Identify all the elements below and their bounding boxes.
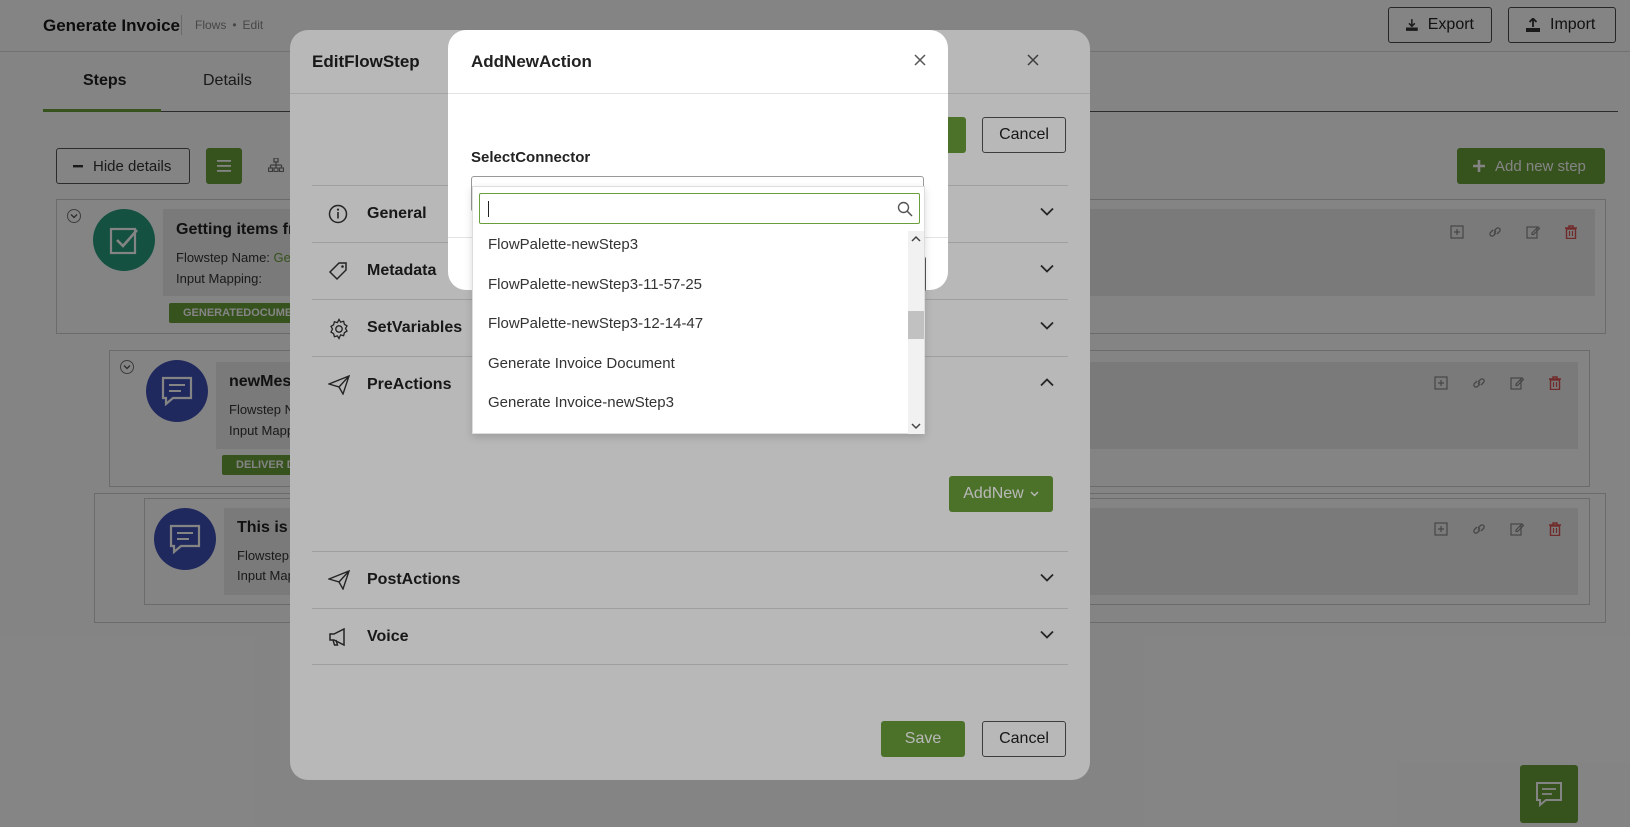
connector-option[interactable]: Generate Invoice-newStep3 (473, 383, 910, 423)
scrollbar[interactable] (908, 231, 924, 434)
connector-option[interactable]: Generate Invoice-newStep4 (473, 423, 910, 435)
connector-search-input[interactable] (479, 193, 920, 224)
scrollbar-thumb[interactable] (908, 311, 924, 339)
select-connector-label: SelectConnector (471, 149, 591, 166)
connector-option[interactable]: Generate Invoice Document (473, 344, 910, 384)
scroll-up-icon[interactable] (911, 235, 921, 242)
search-icon (897, 201, 913, 217)
connector-option[interactable]: FlowPalette-newStep3-12-14-47 (473, 304, 910, 344)
text-caret (488, 201, 489, 217)
divider (448, 93, 948, 94)
scroll-down-icon[interactable] (911, 423, 921, 430)
modal-title: AddNewAction (471, 52, 592, 71)
connector-option[interactable]: FlowPalette-newStep3-11-57-25 (473, 265, 910, 305)
connector-options-list: FlowPalette-newStep3 FlowPalette-newStep… (473, 231, 910, 434)
connector-dropdown-popup: FlowPalette-newStep3 FlowPalette-newStep… (472, 186, 925, 434)
close-icon[interactable] (913, 53, 927, 67)
connector-option[interactable]: FlowPalette-newStep3 (473, 231, 910, 265)
